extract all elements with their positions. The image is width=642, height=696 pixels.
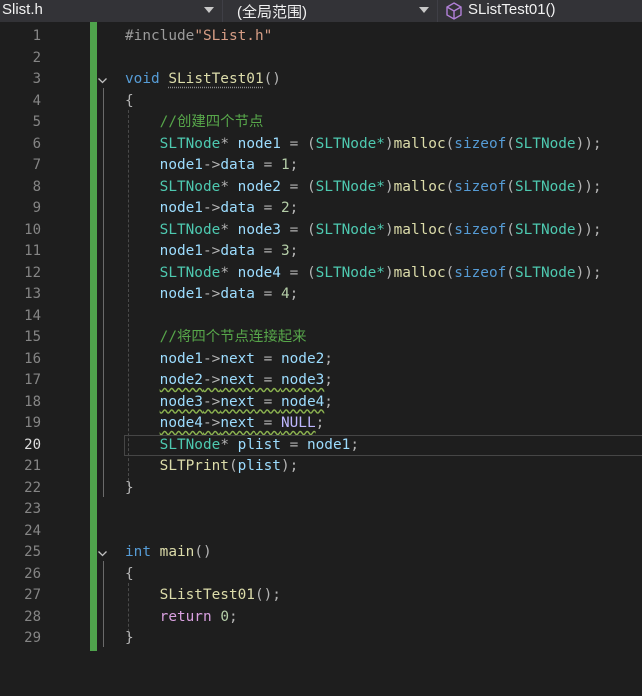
member-dropdown-label: SListTest01() [468,1,556,18]
code-line: 11 node1->data = 3; [0,241,642,263]
code-line: 13 node1->data = 4; [0,284,642,306]
code-line: 18 node3->next = node4; [0,392,642,414]
line-number: 7 [0,155,41,177]
line-number: 17 [0,370,41,392]
navigation-bar: Slist.h (全局范围) SListTest01() [0,0,642,23]
code-text: node2->next = node3; [125,370,333,392]
code-text: SLTNode* node4 = (SLTNode*)malloc(sizeof… [125,263,602,285]
code-line: 15 //将四个节点连接起来 [0,327,642,349]
line-number: 26 [0,564,41,586]
chevron-down-icon[interactable] [98,549,107,558]
line-number: 25 [0,542,41,564]
string-token: "SList.h" [194,28,272,44]
code-line: 4 { [0,91,642,113]
line-number: 24 [0,521,41,543]
code-line: 22 } [0,478,642,500]
code-text: SLTPrint(plist); [125,456,298,478]
code-text: return 0; [125,607,238,629]
code-text: node1->data = 2; [125,198,298,220]
code-text: node4->next = NULL; [125,413,324,435]
line-number: 21 [0,456,41,478]
chevron-down-icon[interactable] [98,76,107,85]
code-text: SLTNode* node2 = (SLTNode*)malloc(sizeof… [125,177,602,199]
code-text: } [125,628,134,650]
code-text: SListTest01(); [125,585,281,607]
code-line: 19 node4->next = NULL; [0,413,642,435]
line-number: 20 [0,435,41,457]
line-number: 9 [0,198,41,220]
line-number: 13 [0,284,41,306]
code-text: //将四个节点连接起来 [125,327,307,349]
code-line: 16 node1->next = node2; [0,349,642,371]
code-text: { [125,91,134,113]
cube-icon [445,2,463,24]
line-number: 29 [0,628,41,650]
code-text: SLTNode* node3 = (SLTNode*)malloc(sizeof… [125,220,602,242]
scope-dropdown-label: (全局范围) [237,1,307,22]
code-line: 9 node1->data = 2; [0,198,642,220]
code-text: node1->data = 4; [125,284,298,306]
chevron-down-icon [204,7,214,13]
line-number: 22 [0,478,41,500]
code-text: node1->data = 3; [125,241,298,263]
code-text: { [125,564,134,586]
preprocessor-token: #include [125,28,194,44]
code-text: node3->next = node4; [125,392,333,414]
code-line: 24 [0,521,642,543]
code-line: 29 } [0,628,642,650]
code-line: 26 { [0,564,642,586]
line-number: 12 [0,263,41,285]
code-text: node1->data = 1; [125,155,298,177]
member-dropdown[interactable]: SListTest01() [438,0,642,22]
code-line: 6 SLTNode* node1 = (SLTNode*)malloc(size… [0,134,642,156]
code-line: 28 return 0; [0,607,642,629]
line-number: 14 [0,306,41,328]
line-number: 19 [0,413,41,435]
code-line: 3 void SListTest01() [0,69,642,91]
line-number: 2 [0,48,41,70]
file-dropdown[interactable]: Slist.h [0,0,223,22]
line-number: 28 [0,607,41,629]
code-line: 5 //创建四个节点 [0,112,642,134]
code-text: //创建四个节点 [125,112,263,134]
scope-dropdown[interactable]: (全局范围) [223,0,438,22]
current-code-line: 20 SLTNode* plist = node1; [0,435,642,457]
code-editor[interactable]: 1 #include"SList.h" 2 3 void SListTest01… [0,22,642,696]
code-line: 14 [0,306,642,328]
code-line: 23 [0,499,642,521]
line-number: 18 [0,392,41,414]
code-text: node1->next = node2; [125,349,333,371]
code-text: void SListTest01() [125,69,281,91]
file-dropdown-label: Slist.h [2,1,43,18]
code-text: SLTNode* plist = node1; [125,435,359,457]
code-line: 12 SLTNode* node4 = (SLTNode*)malloc(siz… [0,263,642,285]
code-line: 17 node2->next = node3; [0,370,642,392]
line-number: 5 [0,112,41,134]
line-number: 10 [0,220,41,242]
line-number: 23 [0,499,41,521]
code-line: 25 int main() [0,542,642,564]
line-number: 1 [0,26,41,48]
code-line: 27 SListTest01(); [0,585,642,607]
code-line: 21 SLTPrint(plist); [0,456,642,478]
code-text: #include"SList.h" [125,26,272,48]
line-number: 16 [0,349,41,371]
line-number: 6 [0,134,41,156]
code-text: int main() [125,542,212,564]
code-line: 2 [0,48,642,70]
line-number: 3 [0,69,41,91]
code-line: 8 SLTNode* node2 = (SLTNode*)malloc(size… [0,177,642,199]
code-text: SLTNode* node1 = (SLTNode*)malloc(sizeof… [125,134,602,156]
line-number: 15 [0,327,41,349]
code-line: 7 node1->data = 1; [0,155,642,177]
line-number: 11 [0,241,41,263]
chevron-down-icon [419,7,429,13]
line-number: 27 [0,585,41,607]
line-number: 8 [0,177,41,199]
code-line: 10 SLTNode* node3 = (SLTNode*)malloc(siz… [0,220,642,242]
code-text: } [125,478,134,500]
line-number: 4 [0,91,41,113]
code-line: 1 #include"SList.h" [0,26,642,48]
